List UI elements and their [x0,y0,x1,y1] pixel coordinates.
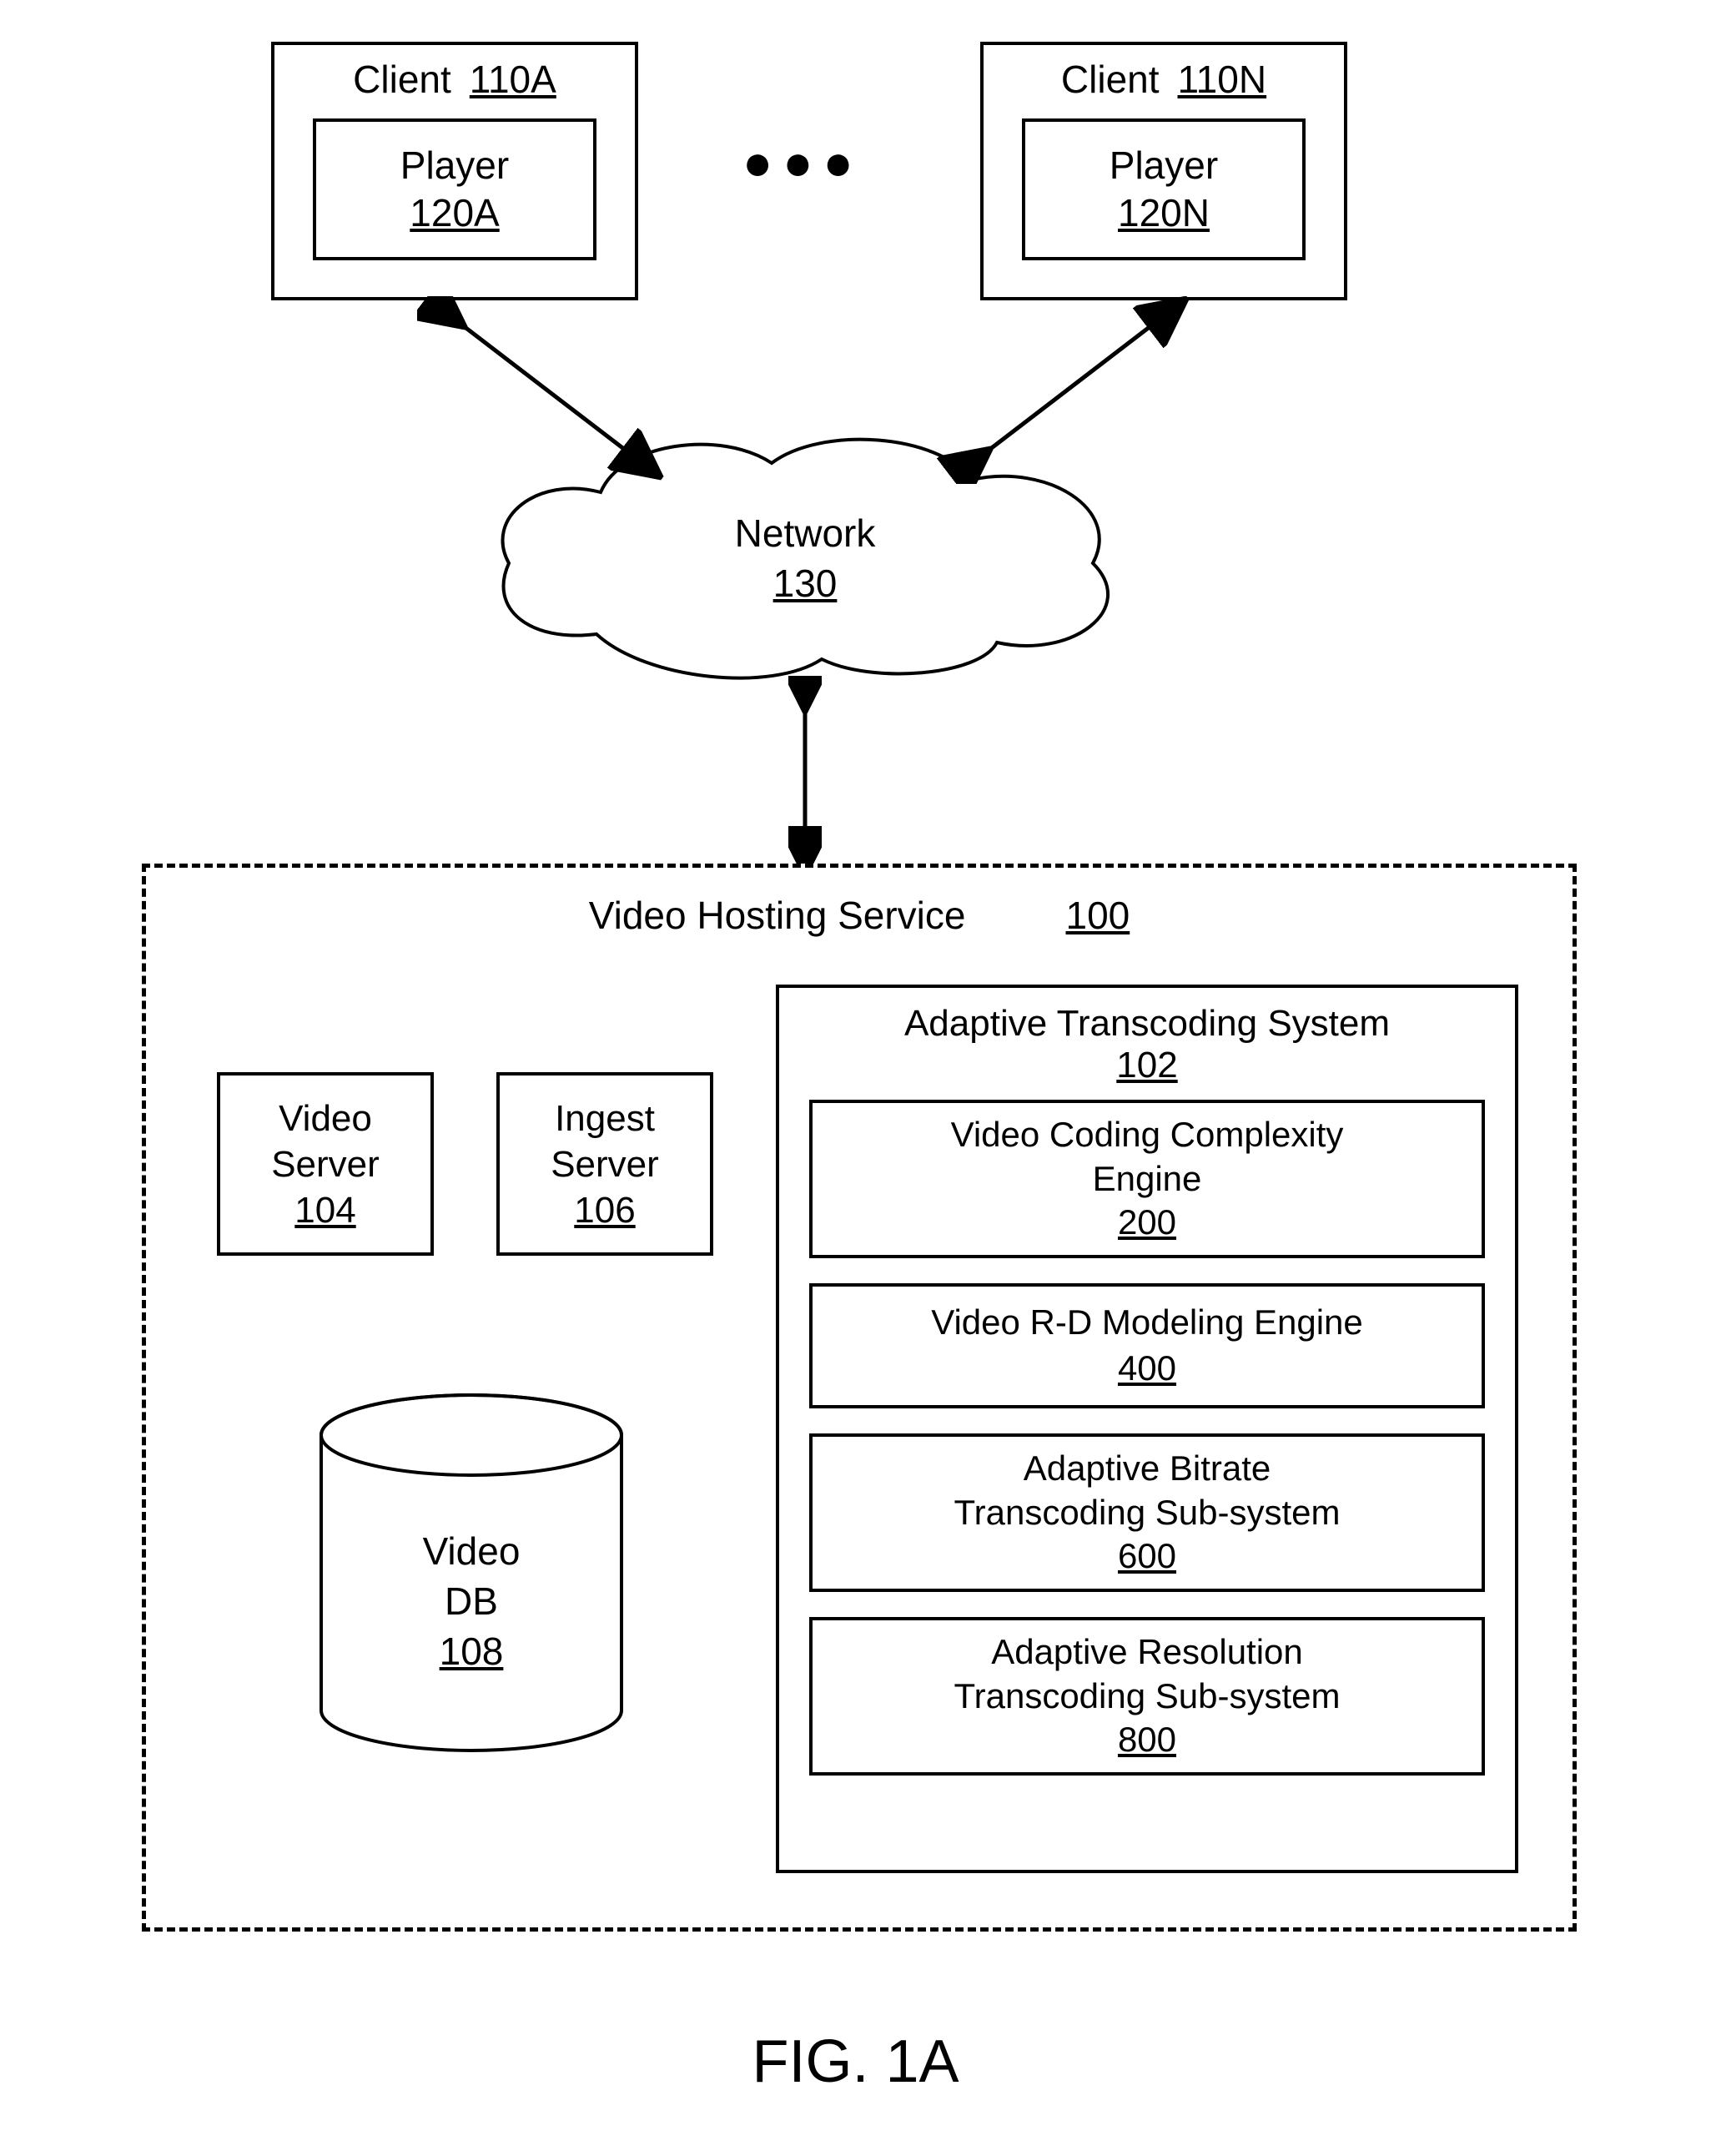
video-db-label-group: Video DB 108 [317,1527,626,1676]
video-server-ref: 104 [294,1187,355,1233]
figure-caption: FIG. 1A [0,2028,1711,2096]
figure-caption-text: FIG. 1A [752,2028,959,2095]
vcc-ref: 200 [1118,1201,1176,1245]
ellipsis: ●●● [742,133,863,191]
video-db-line1: Video [317,1527,626,1577]
client-n-box: Client 110N Player 120N [980,42,1347,300]
player-a-label: Player [400,142,509,190]
ats-box: Adaptive Transcoding System 102 Video Co… [776,985,1518,1873]
art-box: Adaptive Resolution Transcoding Sub-syst… [809,1617,1485,1776]
abt-line2: Transcoding Sub-system [954,1491,1341,1535]
art-ref: 800 [1118,1718,1176,1762]
vcc-line2: Engine [1093,1157,1202,1201]
video-server-line1: Video [279,1096,372,1141]
rd-line1: Video R-D Modeling Engine [931,1300,1363,1346]
network-label: Network [471,509,1139,559]
vhs-title-group: Video Hosting Service 100 [142,893,1577,938]
video-db-line2: DB [317,1577,626,1627]
arrow-network-vhs [788,676,822,864]
client-a-ref: 110A [470,57,556,102]
abt-box: Adaptive Bitrate Transcoding Sub-system … [809,1433,1485,1592]
art-line1: Adaptive Resolution [991,1630,1303,1675]
vcc-line1: Video Coding Complexity [951,1113,1344,1157]
art-line2: Transcoding Sub-system [954,1675,1341,1719]
arrow-client-a-network [417,296,684,484]
rd-box: Video R-D Modeling Engine 400 [809,1283,1485,1408]
ingest-server-ref: 106 [574,1187,635,1233]
abt-ref: 600 [1118,1534,1176,1579]
client-n-ref: 110N [1178,57,1267,102]
ingest-server-line2: Server [551,1141,659,1187]
video-db-ref: 108 [317,1627,626,1677]
player-n-label: Player [1110,142,1218,190]
ellipsis-text: ●●● [742,134,863,190]
player-n-box: Player 120N [1022,118,1306,260]
vcc-box: Video Coding Complexity Engine 200 [809,1100,1485,1258]
client-a-box: Client 110A Player 120A [271,42,638,300]
player-a-ref: 120A [410,189,499,238]
ats-ref: 102 [1116,1045,1177,1086]
player-a-box: Player 120A [313,118,596,260]
ingest-server-line1: Ingest [555,1096,655,1141]
network-ref: 130 [471,559,1139,609]
vhs-ref: 100 [1065,893,1130,938]
video-server-line2: Server [271,1141,380,1187]
rd-ref: 400 [1118,1346,1176,1392]
ats-label: Adaptive Transcoding System [904,1003,1390,1045]
vhs-label: Video Hosting Service [589,893,966,938]
network-label-group: Network 130 [471,509,1139,609]
client-a-label: Client [353,57,451,102]
client-n-label: Client [1061,57,1160,102]
abt-line1: Adaptive Bitrate [1024,1447,1271,1491]
video-server-box: Video Server 104 [217,1072,434,1256]
arrow-client-n-network [930,296,1197,484]
player-n-ref: 120N [1118,189,1210,238]
ingest-server-box: Ingest Server 106 [496,1072,713,1256]
